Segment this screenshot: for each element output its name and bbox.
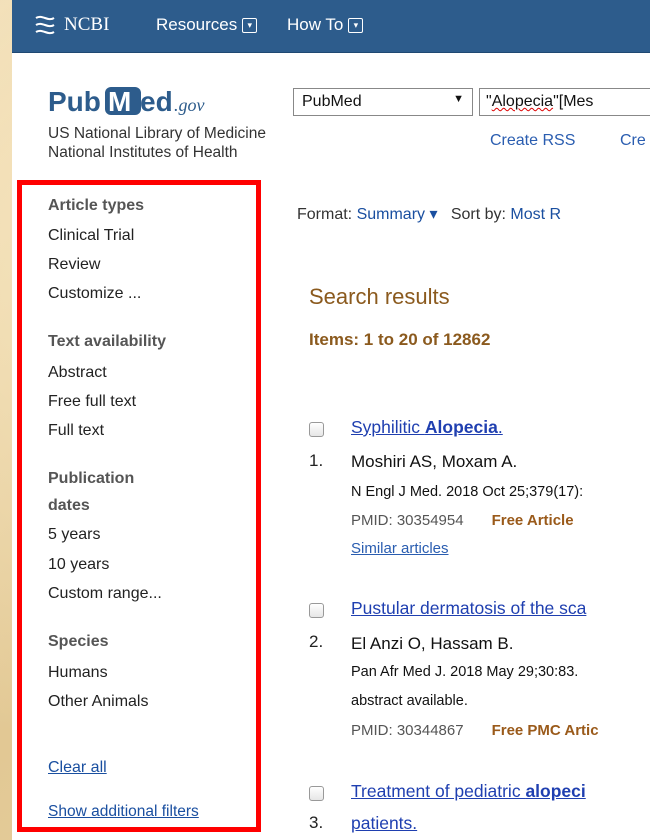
search-input[interactable]: "Alopecia"[Mes bbox=[479, 88, 650, 116]
format-label: Format bbox=[297, 206, 348, 223]
filter-abstract[interactable]: Abstract bbox=[48, 364, 107, 382]
result-2-pmid: PMID: 30344867 bbox=[351, 722, 464, 739]
format-dropdown[interactable]: Summary bbox=[357, 206, 425, 223]
publication-dates-heading-2: dates bbox=[48, 497, 90, 514]
filter-5-years[interactable]: 5 years bbox=[48, 526, 100, 544]
result-1-checkbox[interactable] bbox=[309, 422, 324, 437]
result-2-authors: El Anzi O, Hassam B. bbox=[351, 634, 514, 653]
filter-other-animals[interactable]: Other Animals bbox=[48, 693, 148, 711]
pubmed-logo[interactable]: Pub M ed .gov bbox=[48, 84, 268, 118]
result-1-similar-articles-link[interactable]: Similar articles bbox=[351, 540, 449, 557]
resources-label: Resources bbox=[156, 15, 238, 34]
chevron-down-icon: ▾ bbox=[348, 17, 364, 33]
filter-custom-range[interactable]: Custom range... bbox=[48, 585, 162, 603]
search-results-title: Search results bbox=[309, 284, 450, 309]
howto-menu[interactable]: How To ▾ bbox=[287, 15, 364, 35]
result-3-checkbox[interactable] bbox=[309, 786, 324, 801]
nlm-caption: US National Library of Medicine National… bbox=[48, 125, 266, 161]
chevron-down-icon: ▾ bbox=[242, 17, 258, 33]
result-1-authors: Moshiri AS, Moxam A. bbox=[351, 452, 518, 471]
results-toolbar: Format: Summary ▾ Sort by: Most R bbox=[297, 206, 562, 223]
result-1-journal: N Engl J Med. 2018 Oct 25;379(17): bbox=[351, 484, 584, 500]
result-3-title-keyword: alopeci bbox=[525, 781, 586, 801]
result-3-number: 3. bbox=[309, 813, 324, 832]
text-availability-heading: Text availability bbox=[48, 333, 166, 350]
result-2-note: abstract available. bbox=[351, 693, 468, 709]
species-heading: Species bbox=[48, 633, 109, 650]
items-count: Items: 1 to 20 of 12862 bbox=[309, 330, 491, 349]
result-2-number: 2. bbox=[309, 632, 324, 651]
create-alert-link[interactable]: Cre bbox=[620, 132, 646, 150]
result-3-title-line2[interactable]: patients. bbox=[351, 813, 417, 834]
dropdown-arrow-icon: ▼ bbox=[453, 93, 464, 105]
logo-gov-text: .gov bbox=[174, 95, 205, 115]
filter-humans[interactable]: Humans bbox=[48, 664, 108, 682]
query-rest: [Mes bbox=[558, 93, 594, 110]
result-1-title-post: . bbox=[497, 417, 503, 437]
filter-customize[interactable]: Customize ... bbox=[48, 285, 141, 303]
ncbi-home-link[interactable]: NCBI bbox=[32, 14, 109, 36]
ncbi-header-bar: NCBI Resources ▾ How To ▾ bbox=[12, 0, 650, 53]
filter-full-text[interactable]: Full text bbox=[48, 422, 104, 440]
free-pmc-article-badge: Free PMC Artic bbox=[491, 722, 599, 739]
result-1-number: 1. bbox=[309, 451, 324, 470]
filter-review[interactable]: Review bbox=[48, 256, 100, 274]
database-select[interactable]: PubMed ▼ bbox=[293, 88, 473, 116]
result-2-journal: Pan Afr Med J. 2018 May 29;30:83. bbox=[351, 664, 579, 680]
logo-pub-text: Pub bbox=[48, 86, 101, 117]
result-3-title-link[interactable]: Treatment of pediatric alopeci bbox=[351, 781, 586, 802]
logo-m-letter: M bbox=[108, 86, 131, 117]
create-rss-link[interactable]: Create RSS bbox=[490, 132, 575, 150]
clear-all-link[interactable]: Clear all bbox=[48, 759, 107, 777]
result-1-title-pre: Syphilitic bbox=[351, 417, 425, 437]
filter-clinical-trial[interactable]: Clinical Trial bbox=[48, 227, 134, 245]
query-term: Alopecia bbox=[491, 93, 554, 110]
filter-free-full-text[interactable]: Free full text bbox=[48, 393, 136, 411]
ncbi-logo-icon bbox=[35, 15, 55, 35]
ncbi-label: NCBI bbox=[64, 14, 110, 35]
database-value: PubMed bbox=[302, 93, 362, 110]
result-1-title-keyword: Alopecia bbox=[424, 417, 498, 437]
result-1-pmid: PMID: 30354954 bbox=[351, 512, 464, 529]
show-additional-filters-link[interactable]: Show additional filters bbox=[48, 803, 199, 821]
filter-10-years[interactable]: 10 years bbox=[48, 556, 109, 574]
chevron-down-icon: ▾ bbox=[425, 206, 438, 223]
result-2-pmid-row: PMID: 30344867 Free PMC Artic bbox=[351, 722, 599, 739]
article-types-heading: Article types bbox=[48, 197, 145, 214]
logo-ed-text: ed bbox=[140, 86, 173, 117]
resources-menu[interactable]: Resources ▾ bbox=[156, 15, 258, 35]
sort-dropdown[interactable]: Most R bbox=[510, 206, 561, 223]
howto-label: How To bbox=[287, 15, 344, 34]
free-article-badge: Free Article bbox=[491, 512, 574, 529]
result-3-title-pre: Treatment of pediatric bbox=[351, 781, 526, 801]
result-2-title-link[interactable]: Pustular dermatosis of the sca bbox=[351, 598, 586, 619]
result-1-title-link[interactable]: Syphilitic Alopecia. bbox=[351, 417, 503, 438]
result-1-pmid-row: PMID: 30354954 Free Article bbox=[351, 512, 574, 529]
sort-label: Sort by bbox=[450, 206, 502, 223]
result-2-checkbox[interactable] bbox=[309, 603, 324, 618]
publication-dates-heading: Publication bbox=[48, 470, 135, 487]
